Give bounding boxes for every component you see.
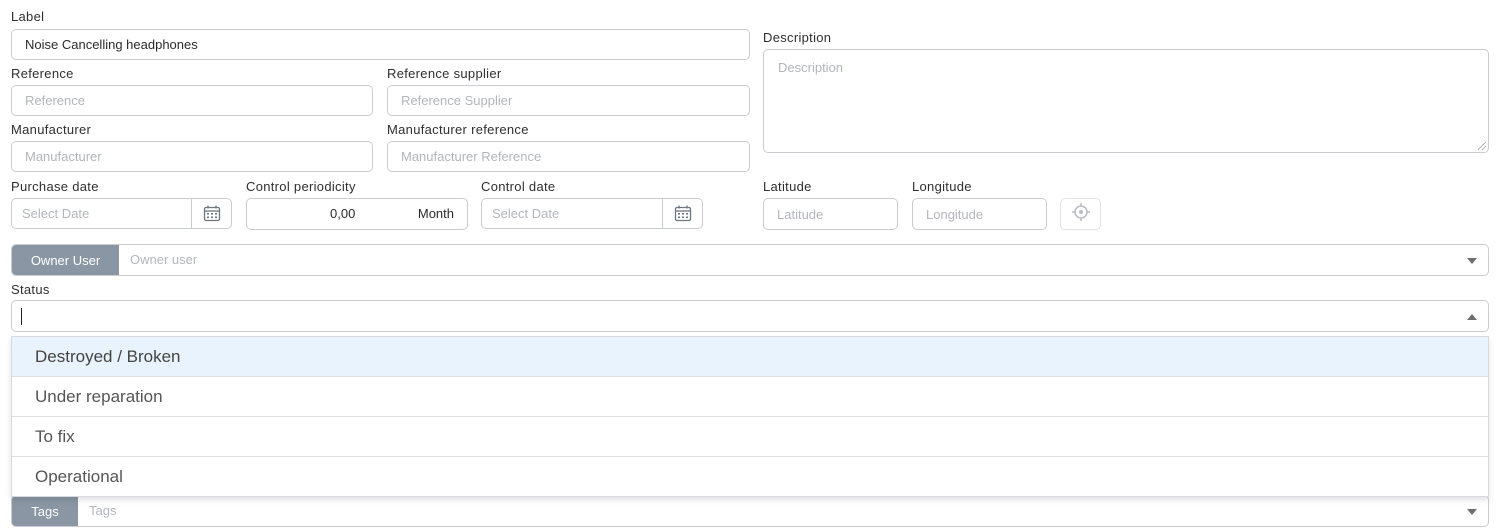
calendar-icon[interactable]	[191, 199, 231, 228]
description-title: Description	[763, 30, 832, 45]
status-option-destroyed-broken[interactable]: Destroyed / Broken	[12, 337, 1488, 377]
tags-select[interactable]: Tags Tags	[11, 495, 1489, 527]
control-date-input[interactable]: Select Date	[481, 198, 703, 229]
manufacturer-title: Manufacturer	[11, 122, 92, 137]
purchase-date-placeholder: Select Date	[22, 206, 90, 221]
latitude-title: Latitude	[763, 179, 812, 194]
label-input[interactable]: Noise Cancelling headphones	[11, 29, 750, 60]
control-periodicity-unit: Month	[417, 206, 454, 221]
status-option-under-reparation[interactable]: Under reparation	[12, 377, 1488, 417]
control-date-title: Control date	[481, 179, 556, 194]
label-title: Label	[11, 9, 45, 24]
purchase-date-title: Purchase date	[11, 179, 99, 194]
status-dropdown: Destroyed / Broken Under reparation To f…	[11, 336, 1489, 497]
reference-supplier-placeholder: Reference Supplier	[401, 93, 513, 108]
longitude-placeholder: Longitude	[926, 206, 984, 222]
control-periodicity-input[interactable]: 0,00 Month	[246, 198, 468, 230]
reference-supplier-title: Reference supplier	[387, 66, 502, 81]
control-date-placeholder: Select Date	[492, 206, 560, 221]
label-input-value: Noise Cancelling headphones	[25, 37, 198, 52]
control-periodicity-value: 0,00	[330, 206, 356, 221]
latitude-placeholder: Latitude	[777, 206, 824, 222]
reference-input[interactable]: Reference	[11, 85, 373, 116]
manufacturer-placeholder: Manufacturer	[25, 149, 102, 164]
latitude-input[interactable]: Latitude	[763, 198, 898, 230]
reference-placeholder: Reference	[25, 93, 85, 108]
status-title: Status	[11, 282, 50, 297]
status-option-operational[interactable]: Operational	[12, 457, 1488, 497]
status-option-to-fix[interactable]: To fix	[12, 417, 1488, 457]
purchase-date-input[interactable]: Select Date	[11, 198, 232, 229]
tags-placeholder: Tags	[89, 503, 117, 518]
reference-supplier-input[interactable]: Reference Supplier	[387, 85, 750, 116]
status-select[interactable]	[11, 300, 1489, 332]
manufacturer-reference-placeholder: Manufacturer Reference	[401, 149, 542, 164]
owner-user-select[interactable]: Owner User Owner user	[11, 244, 1489, 276]
crosshair-icon	[1071, 202, 1091, 227]
chevron-up-icon[interactable]	[1467, 314, 1477, 320]
owner-user-placeholder: Owner user	[130, 252, 198, 267]
locate-button[interactable]	[1060, 198, 1101, 230]
longitude-input[interactable]: Longitude	[912, 198, 1047, 230]
manufacturer-reference-input[interactable]: Manufacturer Reference	[387, 141, 750, 172]
description-textarea[interactable]: Description	[763, 49, 1489, 153]
chevron-down-icon[interactable]	[1467, 509, 1477, 515]
owner-user-addon: Owner User	[12, 245, 119, 275]
text-cursor	[21, 308, 22, 325]
resize-grip-icon[interactable]	[1478, 142, 1486, 150]
calendar-icon[interactable]	[662, 199, 702, 228]
reference-title: Reference	[11, 66, 74, 81]
tags-addon: Tags	[12, 496, 78, 526]
control-periodicity-title: Control periodicity	[246, 179, 356, 194]
manufacturer-input[interactable]: Manufacturer	[11, 141, 373, 172]
chevron-down-icon[interactable]	[1467, 258, 1477, 264]
description-placeholder: Description	[778, 60, 844, 75]
longitude-title: Longitude	[912, 179, 972, 194]
manufacturer-reference-title: Manufacturer reference	[387, 122, 529, 137]
